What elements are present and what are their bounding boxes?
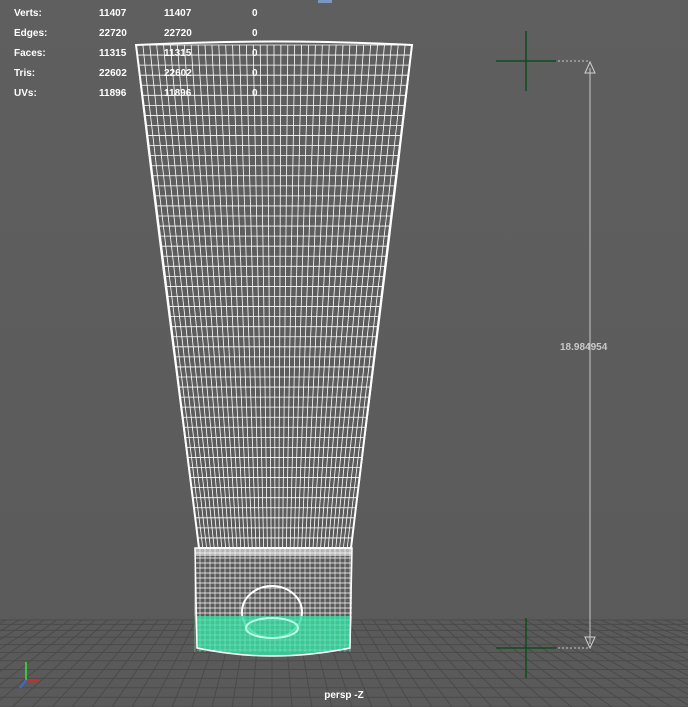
hud-row-verts: Verts: 11407 11407 0 — [14, 4, 274, 24]
hud-value: 11896 — [99, 88, 127, 99]
hud-value: 0 — [252, 68, 258, 79]
hud-row-tris: Tris: 22602 22602 0 — [14, 64, 274, 84]
hud-value: 22720 — [99, 28, 127, 39]
tube-mesh-wireframe[interactable] — [134, 40, 414, 549]
hud-value: 22602 — [164, 68, 192, 79]
hud-row-uvs: UVs: 11896 11896 0 — [14, 84, 274, 104]
hud-label: Edges: — [14, 28, 48, 39]
cap-rim — [195, 548, 352, 556]
scene-canvas[interactable] — [0, 0, 688, 707]
hud-value: 11315 — [164, 48, 192, 59]
hud-row-faces: Faces: 11315 11315 0 — [14, 44, 274, 64]
distance-measure-tool[interactable] — [496, 31, 596, 678]
hud-row-edges: Edges: 22720 22720 0 — [14, 24, 274, 44]
hud-value: 11315 — [99, 48, 127, 59]
hud-value: 0 — [252, 28, 258, 39]
hud-value: 11407 — [99, 8, 127, 19]
hud-value: 22602 — [99, 68, 127, 79]
hud-value: 11407 — [164, 8, 192, 19]
hud-value: 0 — [252, 8, 258, 19]
cap-mesh-wireframe[interactable] — [194, 547, 353, 657]
hud-label: UVs: — [14, 88, 37, 99]
hud-label: Verts: — [14, 8, 42, 19]
hud-label: Faces: — [14, 48, 46, 59]
distance-value-label: 18.984954 — [560, 342, 608, 353]
camera-name-label: persp -Z — [324, 690, 364, 701]
viewport-persp[interactable]: Verts: 11407 11407 0 Edges: 22720 22720 … — [0, 0, 688, 707]
poly-count-hud: Verts: 11407 11407 0 Edges: 22720 22720 … — [14, 4, 274, 104]
hud-value: 0 — [252, 48, 258, 59]
hud-value: 11896 — [164, 88, 192, 99]
hud-value: 22720 — [164, 28, 192, 39]
hud-value: 0 — [252, 88, 258, 99]
mesh-edge — [273, 45, 276, 549]
hud-label: Tris: — [14, 68, 36, 79]
